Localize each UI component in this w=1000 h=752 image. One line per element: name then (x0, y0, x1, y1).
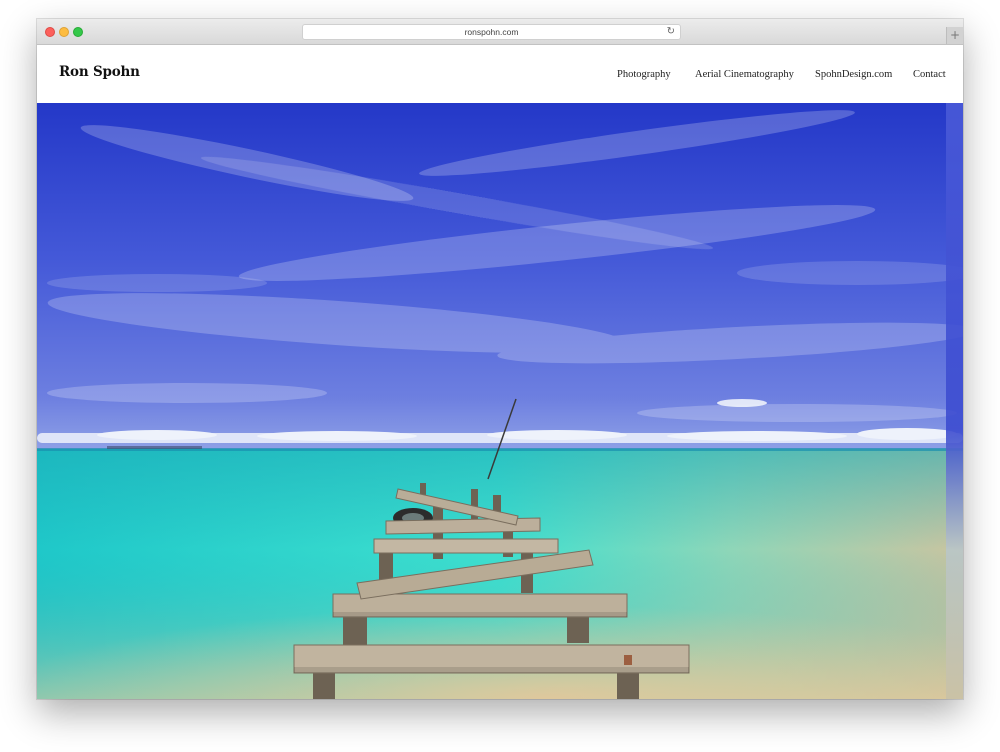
minimize-window-button[interactable] (59, 27, 69, 37)
close-window-button[interactable] (45, 27, 55, 37)
nav-link-aerial-cinematography[interactable]: Aerial Cinematography (695, 69, 794, 80)
nav-link-contact[interactable]: Contact (913, 69, 946, 80)
page-scrollbar[interactable] (946, 103, 963, 699)
zoom-window-button[interactable] (73, 27, 83, 37)
browser-window: ronspohn.com ↻ + Ron Spohn Photography A… (37, 19, 963, 699)
main-nav: Photography Aerial Cinematography SpohnD… (37, 69, 963, 85)
nav-link-spohndesign[interactable]: SpohnDesign.com (815, 69, 892, 80)
new-tab-button[interactable]: + (946, 27, 963, 44)
hero-photo (37, 103, 963, 699)
reload-icon[interactable]: ↻ (667, 25, 675, 39)
site-header: Ron Spohn Photography Aerial Cinematogra… (37, 45, 963, 103)
address-bar-url: ronspohn.com (464, 27, 519, 37)
pier-landscape-image (37, 103, 963, 699)
nav-link-photography[interactable]: Photography (617, 69, 671, 80)
address-bar[interactable]: ronspohn.com ↻ (302, 24, 681, 40)
browser-titlebar: ronspohn.com ↻ + (37, 19, 963, 45)
